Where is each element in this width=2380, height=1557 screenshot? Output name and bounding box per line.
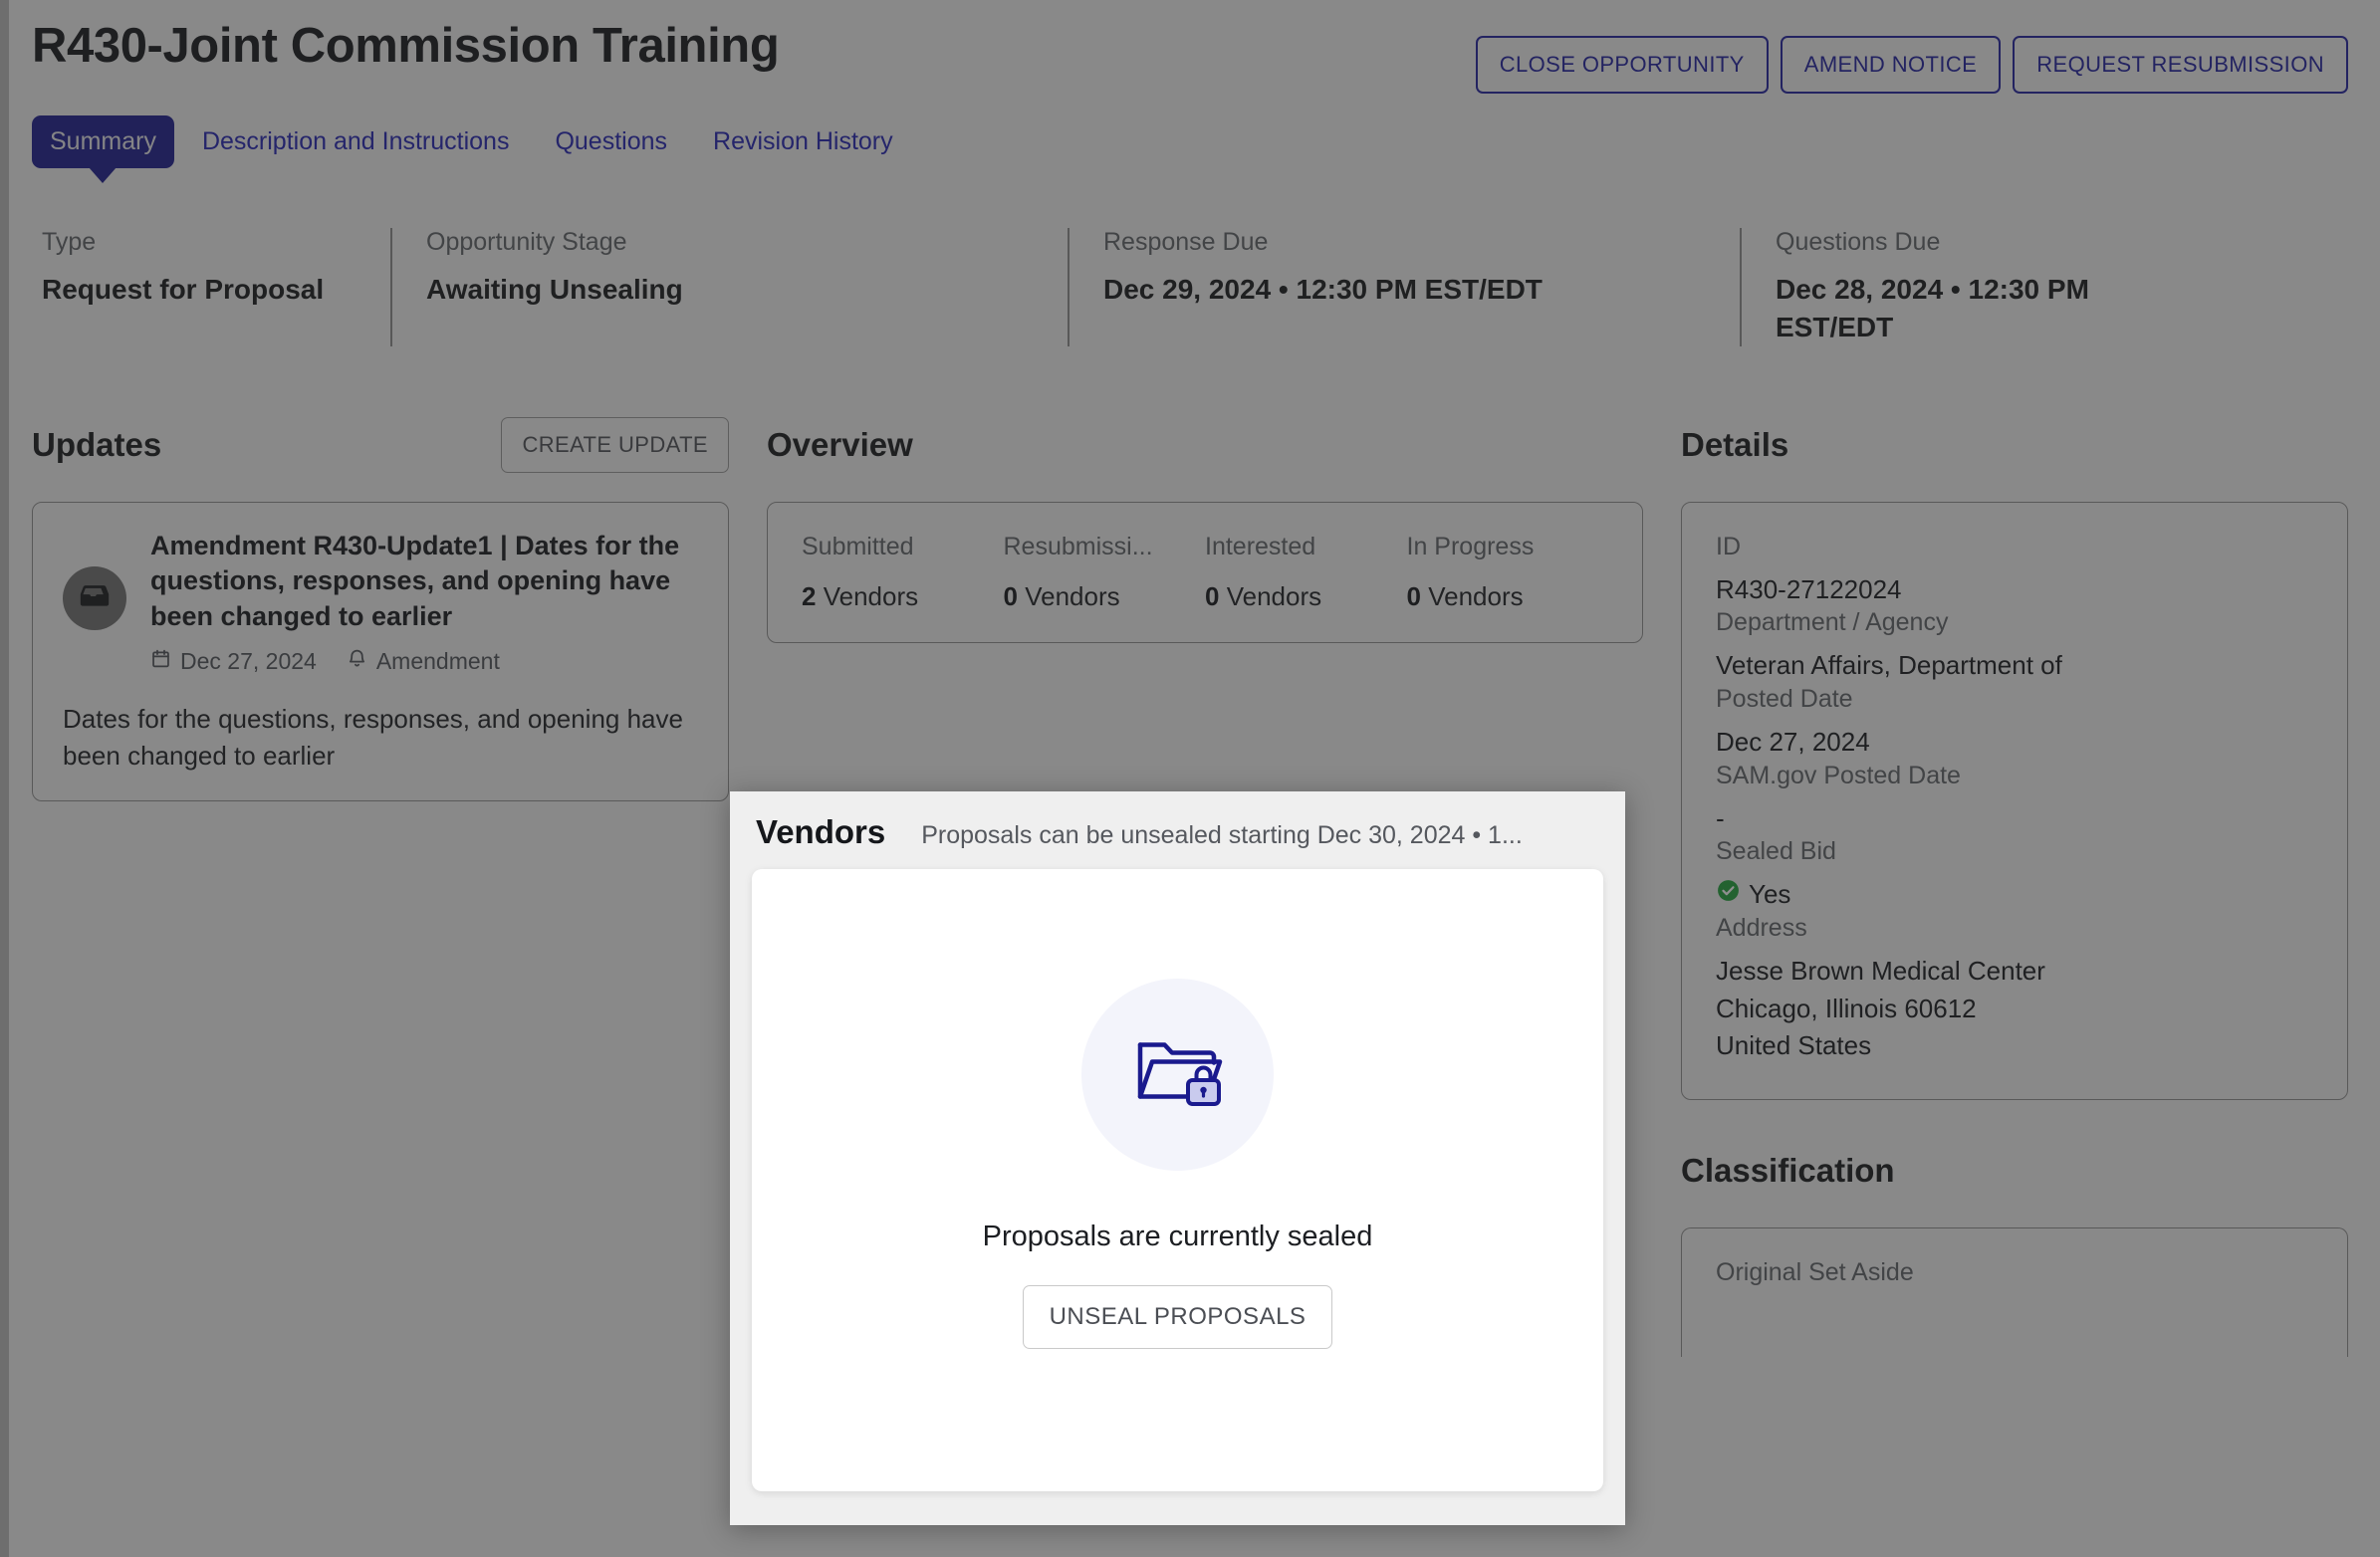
folder-lock-icon bbox=[1128, 1028, 1228, 1121]
vendors-modal-subtitle: Proposals can be unsealed starting Dec 3… bbox=[921, 821, 1523, 849]
vendors-modal: Vendors Proposals can be unsealed starti… bbox=[730, 791, 1625, 1525]
sealed-message: Proposals are currently sealed bbox=[982, 1220, 1373, 1252]
vendors-modal-body: Proposals are currently sealed UNSEAL PR… bbox=[752, 869, 1603, 1491]
sealed-icon-wrapper bbox=[1081, 978, 1274, 1171]
vendors-modal-title: Vendors bbox=[756, 813, 886, 850]
unseal-proposals-button[interactable]: UNSEAL PROPOSALS bbox=[1022, 1284, 1333, 1349]
vendors-modal-header: Vendors Proposals can be unsealed starti… bbox=[730, 791, 1625, 869]
page-left-edge bbox=[0, 0, 9, 1557]
